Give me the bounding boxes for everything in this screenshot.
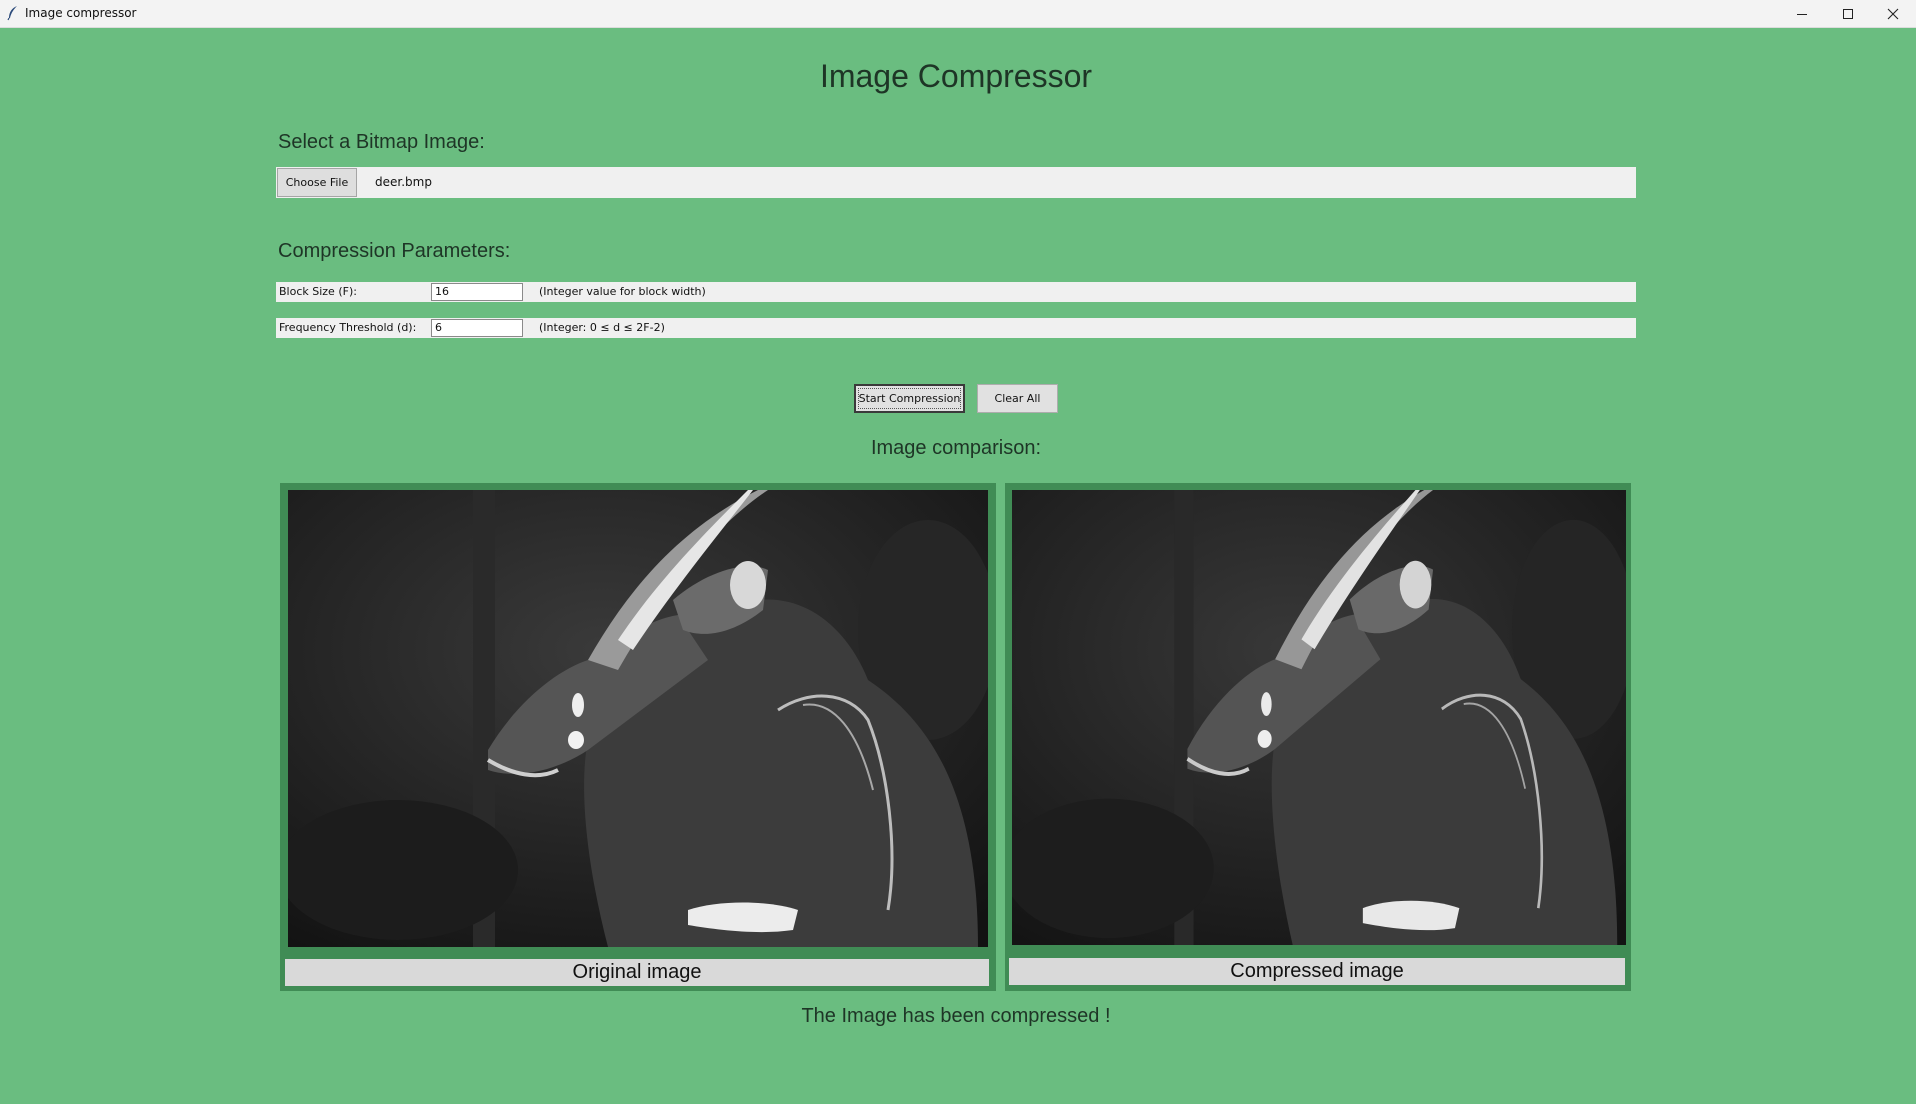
frequency-threshold-hint: (Integer: 0 ≤ d ≤ 2F-2): [539, 321, 665, 334]
minimize-icon[interactable]: [1779, 0, 1825, 27]
choose-file-button[interactable]: Choose File: [277, 168, 357, 197]
block-size-row: Block Size (F): 16 (Integer value for bl…: [276, 282, 1636, 302]
clear-all-button[interactable]: Clear All: [977, 384, 1058, 413]
maximize-icon[interactable]: [1825, 0, 1871, 27]
selected-file-name: deer.bmp: [375, 175, 432, 189]
file-picker-row: Choose File deer.bmp: [276, 167, 1636, 198]
comparison-label: Image comparison:: [870, 437, 1042, 459]
compressed-image-caption: Compressed image: [1009, 958, 1625, 985]
original-image-caption: Original image: [285, 959, 989, 986]
block-size-label: Block Size (F):: [279, 285, 357, 298]
params-section-label: Compression Parameters:: [278, 240, 511, 262]
window-titlebar: Image compressor: [0, 0, 1916, 28]
app-heading: Image Compressor: [819, 58, 1093, 94]
frequency-threshold-label: Frequency Threshold (d):: [279, 321, 417, 334]
feather-icon: [6, 5, 20, 21]
block-size-input[interactable]: 16: [431, 283, 523, 301]
start-compression-button[interactable]: Start Compression: [854, 384, 965, 413]
status-message: The Image has been compressed !: [801, 1005, 1111, 1027]
original-image-panel: Original image: [280, 483, 996, 991]
block-size-hint: (Integer value for block width): [539, 285, 706, 298]
compressed-image: [1012, 490, 1626, 945]
frequency-threshold-row: Frequency Threshold (d): 6 (Integer: 0 ≤…: [276, 318, 1636, 338]
file-section-label: Select a Bitmap Image:: [278, 131, 485, 153]
close-icon[interactable]: [1870, 0, 1916, 27]
window-title: Image compressor: [25, 6, 137, 20]
original-image: [288, 490, 988, 947]
frequency-threshold-input[interactable]: 6: [431, 319, 523, 337]
compressed-image-panel: Compressed image: [1005, 483, 1631, 991]
